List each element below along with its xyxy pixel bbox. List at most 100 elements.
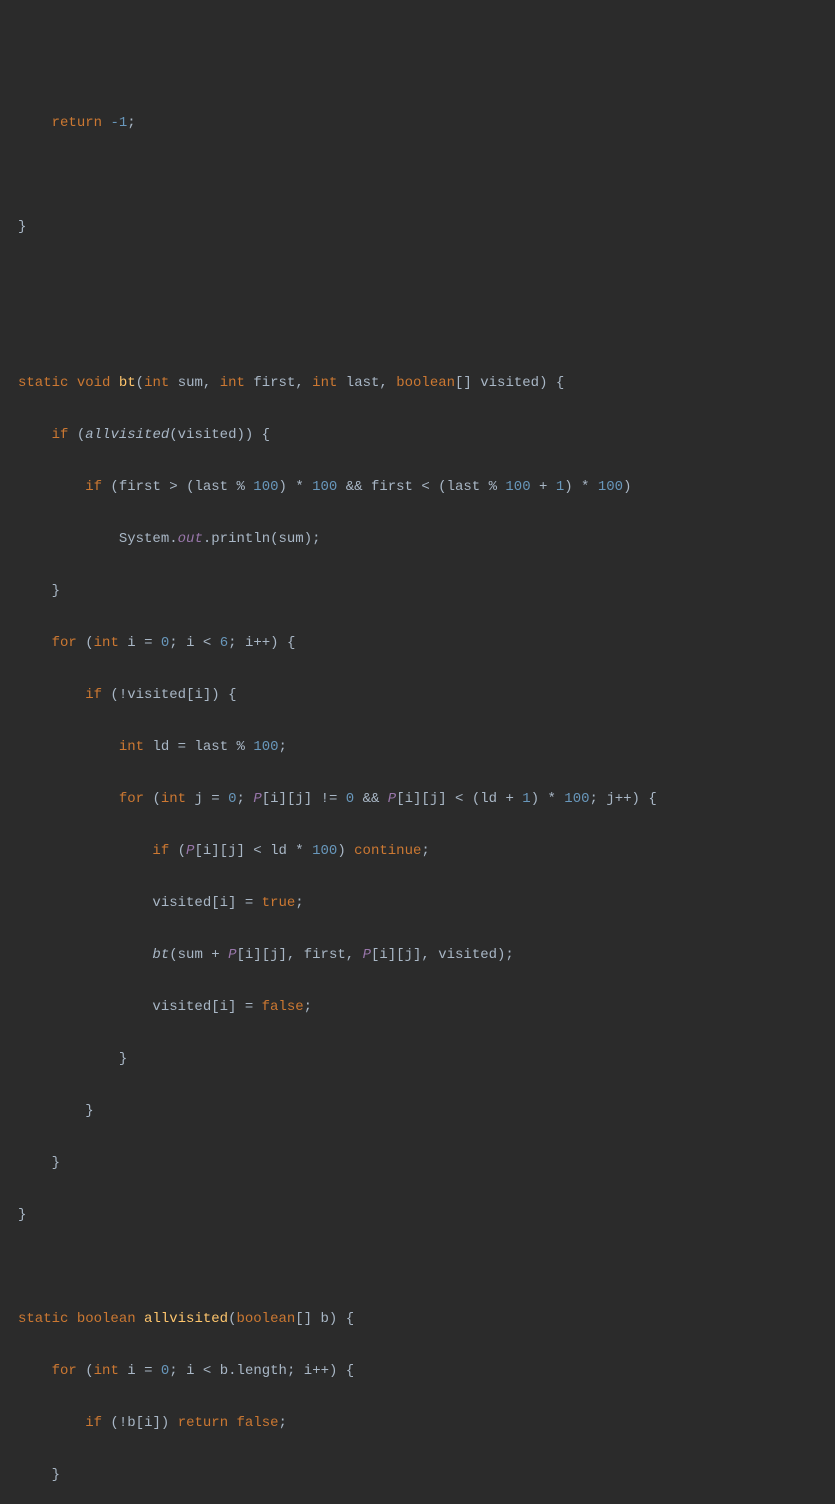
code-line: visited[i] = true; bbox=[0, 890, 835, 916]
field-p: P bbox=[253, 791, 261, 807]
close-brace: } bbox=[18, 1207, 26, 1223]
keyword-int: int bbox=[312, 375, 337, 391]
code-line: bt(sum + P[i][j], first, P[i][j], visite… bbox=[0, 942, 835, 968]
semicolon: ; bbox=[127, 115, 135, 131]
keyword-if: if bbox=[52, 427, 69, 443]
var-j: j bbox=[228, 843, 236, 859]
code-line: } bbox=[0, 1150, 835, 1176]
var-visited: visited bbox=[152, 895, 211, 911]
var-i: i bbox=[270, 791, 278, 807]
number-literal: 6 bbox=[220, 635, 228, 651]
var-visited: visited bbox=[127, 687, 186, 703]
number-literal: 1 bbox=[556, 479, 564, 495]
param-b: b bbox=[321, 1311, 329, 1327]
keyword-int: int bbox=[94, 1363, 119, 1379]
var-i: i bbox=[405, 791, 413, 807]
number-literal: 100 bbox=[253, 479, 278, 495]
close-brace: } bbox=[119, 1051, 127, 1067]
var-i: i bbox=[220, 999, 228, 1015]
number-literal: 100 bbox=[312, 479, 337, 495]
var-j: j bbox=[405, 947, 413, 963]
keyword-int: int bbox=[94, 635, 119, 651]
code-line: } bbox=[0, 1046, 835, 1072]
close-brace: } bbox=[52, 1467, 60, 1483]
field-p: P bbox=[388, 791, 396, 807]
code-line: if (allvisited(visited)) { bbox=[0, 422, 835, 448]
keyword-if: if bbox=[85, 479, 102, 495]
param-first: first bbox=[253, 375, 295, 391]
var-last: last bbox=[194, 479, 228, 495]
code-line: } bbox=[0, 1098, 835, 1124]
var-visited: visited bbox=[438, 947, 497, 963]
code-line bbox=[0, 1254, 835, 1280]
param-sum: sum bbox=[178, 375, 203, 391]
method-println: println bbox=[211, 531, 270, 547]
code-line: for (int i = 0; i < 6; i++) { bbox=[0, 630, 835, 656]
var-visited: visited bbox=[178, 427, 237, 443]
var-first: first bbox=[119, 479, 161, 495]
var-j: j bbox=[270, 947, 278, 963]
number-literal: 100 bbox=[312, 843, 337, 859]
code-line: for (int j = 0; P[i][j] != 0 && P[i][j] … bbox=[0, 786, 835, 812]
var-last: last bbox=[194, 739, 228, 755]
var-i: i bbox=[127, 1363, 135, 1379]
keyword-continue: continue bbox=[354, 843, 421, 859]
var-last: last bbox=[447, 479, 481, 495]
number-literal: 0 bbox=[346, 791, 354, 807]
number-literal: 0 bbox=[228, 791, 236, 807]
keyword-false: false bbox=[262, 999, 304, 1015]
number-literal: -1 bbox=[110, 115, 127, 131]
var-i: i bbox=[245, 947, 253, 963]
code-line bbox=[0, 318, 835, 344]
var-ld: ld bbox=[152, 739, 169, 755]
keyword-void: void bbox=[77, 375, 111, 391]
keyword-if: if bbox=[85, 1415, 102, 1431]
close-brace: } bbox=[18, 219, 26, 235]
var-j: j bbox=[430, 791, 438, 807]
var-j: j bbox=[606, 791, 614, 807]
keyword-for: for bbox=[52, 1363, 77, 1379]
code-line: if (first > (last % 100) * 100 && first … bbox=[0, 474, 835, 500]
code-line: int ld = last % 100; bbox=[0, 734, 835, 760]
code-line: System.out.println(sum); bbox=[0, 526, 835, 552]
keyword-true: true bbox=[262, 895, 296, 911]
var-b: b bbox=[220, 1363, 228, 1379]
var-j: j bbox=[295, 791, 303, 807]
keyword-int: int bbox=[144, 375, 169, 391]
keyword-for: for bbox=[119, 791, 144, 807]
keyword-for: for bbox=[52, 635, 77, 651]
function-name: allvisited bbox=[144, 1311, 228, 1327]
keyword-boolean: boolean bbox=[77, 1311, 136, 1327]
code-line: static void bt(int sum, int first, int l… bbox=[0, 370, 835, 396]
var-j: j bbox=[194, 791, 202, 807]
code-line: visited[i] = false; bbox=[0, 994, 835, 1020]
var-i: i bbox=[203, 843, 211, 859]
keyword-int: int bbox=[220, 375, 245, 391]
var-ld: ld bbox=[270, 843, 287, 859]
keyword-static: static bbox=[18, 1311, 68, 1327]
close-brace: } bbox=[52, 583, 60, 599]
code-editor[interactable]: return -1; } static void bt(int sum, int… bbox=[0, 110, 835, 1504]
number-literal: 100 bbox=[505, 479, 530, 495]
code-line: } bbox=[0, 578, 835, 604]
code-line: if (!visited[i]) { bbox=[0, 682, 835, 708]
number-literal: 0 bbox=[161, 635, 169, 651]
var-b: b bbox=[127, 1415, 135, 1431]
field-p: P bbox=[363, 947, 371, 963]
keyword-return: return bbox=[178, 1415, 228, 1431]
code-line: if (P[i][j] < ld * 100) continue; bbox=[0, 838, 835, 864]
class-system: System bbox=[119, 531, 169, 547]
number-literal: 100 bbox=[564, 791, 589, 807]
number-literal: 1 bbox=[522, 791, 530, 807]
field-length: length bbox=[237, 1363, 287, 1379]
var-i: i bbox=[127, 635, 135, 651]
var-first: first bbox=[304, 947, 346, 963]
code-line: if (!b[i]) return false; bbox=[0, 1410, 835, 1436]
var-i: i bbox=[186, 635, 194, 651]
field-p: P bbox=[186, 843, 194, 859]
field-p: P bbox=[228, 947, 236, 963]
param-last: last bbox=[346, 375, 380, 391]
close-brace: } bbox=[52, 1155, 60, 1171]
var-first: first bbox=[371, 479, 413, 495]
field-out: out bbox=[178, 531, 203, 547]
